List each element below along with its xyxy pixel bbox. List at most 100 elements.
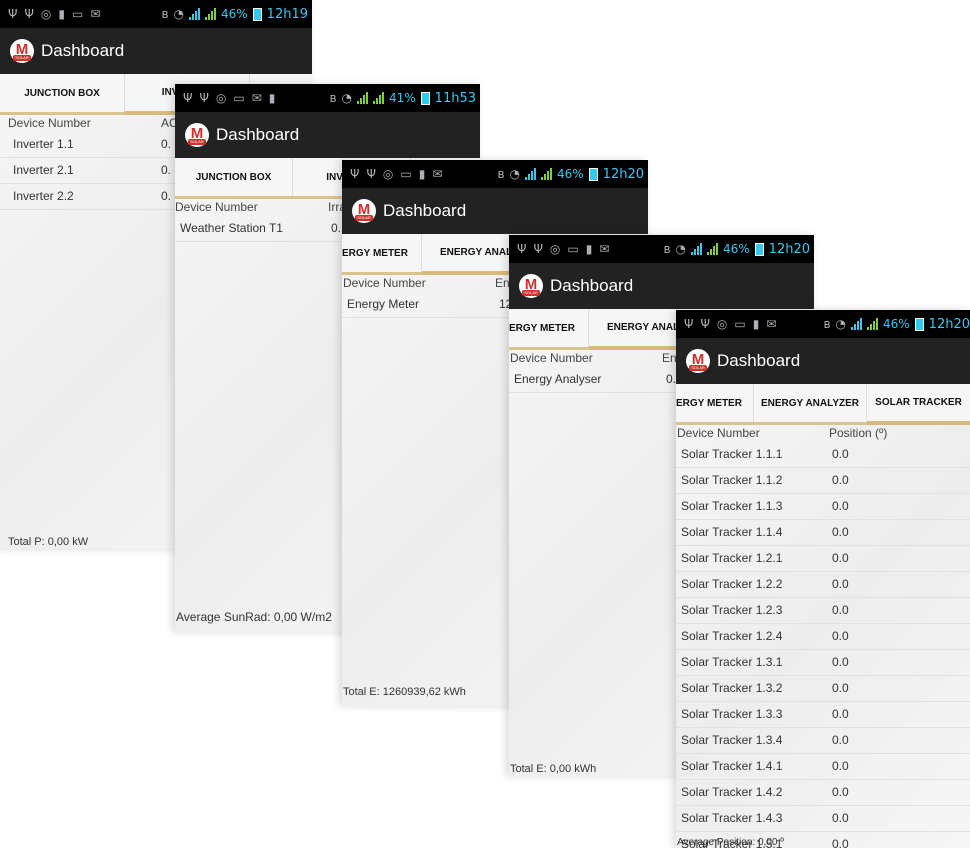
device-value: 0.0	[832, 681, 849, 695]
calendar-icon: ◎	[382, 167, 394, 181]
device-value: 0.0	[832, 629, 849, 643]
image-icon: ▭	[734, 317, 746, 331]
device-value: 0.	[161, 137, 172, 151]
table-row[interactable]: Solar Tracker 1.2.4 0.0	[676, 624, 970, 650]
m-solar-logo-icon[interactable]: M SOLAR	[686, 349, 710, 373]
device-value: 0.	[331, 221, 342, 235]
device-name: Weather Station T1	[180, 221, 283, 235]
table-row[interactable]: Solar Tracker 1.4.3 0.0	[676, 806, 970, 832]
signal-icon	[205, 8, 216, 20]
action-bar: M SOLAR Dashboard	[0, 28, 312, 74]
table-row[interactable]: Solar Tracker 1.2.2 0.0	[676, 572, 970, 598]
table-row[interactable]: Solar Tracker 1.2.1 0.0	[676, 546, 970, 572]
action-bar: M SOLAR Dashboard	[676, 338, 970, 384]
sd-card-icon: ▮	[585, 242, 593, 256]
usb-icon: Ψ	[517, 242, 527, 256]
bluetooth-icon: ʙ	[329, 91, 337, 105]
battery-icon	[588, 167, 598, 181]
bluetooth-icon: ʙ	[497, 167, 505, 181]
table-row[interactable]: Solar Tracker 1.4.2 0.0	[676, 780, 970, 806]
image-icon: ▭	[400, 167, 412, 181]
signal-icon	[373, 92, 384, 104]
usb-icon: Ψ	[366, 167, 376, 181]
wifi-icon: ◔	[173, 7, 184, 21]
mail-icon: ✉	[599, 242, 610, 256]
m-solar-logo-icon[interactable]: M SOLAR	[352, 199, 376, 223]
calendar-icon: ◎	[215, 91, 227, 105]
device-name: Solar Tracker 1.3.2	[681, 681, 783, 695]
device-name: Solar Tracker 1.3.1	[681, 655, 783, 669]
device-name: Solar Tracker 1.4.1	[681, 759, 783, 773]
table-row[interactable]: Solar Tracker 1.3.2 0.0	[676, 676, 970, 702]
device-value: 0.0	[832, 707, 849, 721]
device-value: 0.	[161, 163, 172, 177]
usb-icon: Ψ	[24, 7, 34, 21]
device-name: Solar Tracker 1.2.2	[681, 577, 783, 591]
sd-card-icon: ▮	[268, 91, 276, 105]
usb-icon: Ψ	[533, 242, 543, 256]
m-solar-logo-icon[interactable]: M SOLAR	[185, 123, 209, 147]
table-row[interactable]: Solar Tracker 1.1.2 0.0	[676, 468, 970, 494]
device-value: 0.0	[832, 811, 849, 825]
m-solar-logo-icon[interactable]: M SOLAR	[519, 274, 543, 298]
tab-energy-meter[interactable]: ERGY METER	[342, 234, 422, 272]
table-row[interactable]: Solar Tracker 1.4.1 0.0	[676, 754, 970, 780]
battery-icon	[252, 7, 262, 21]
tab-energy-analyzer[interactable]: ENERGY ANALYZER	[754, 384, 867, 422]
column-device-number: Device Number	[175, 200, 258, 214]
total-energy-summary: Total E: 1260939,62 kWh	[343, 686, 466, 698]
battery-percent: 46%	[221, 7, 248, 21]
action-bar: M SOLAR Dashboard	[342, 188, 648, 234]
signal-icon	[851, 318, 862, 330]
m-solar-logo-icon[interactable]: M SOLAR	[10, 39, 34, 63]
page-title: Dashboard	[550, 276, 634, 295]
bluetooth-icon: ʙ	[823, 317, 831, 331]
total-power-summary: Total P: 0,00 kW	[8, 536, 89, 548]
page-title: Dashboard	[41, 41, 125, 60]
tab-junction-box[interactable]: JUNCTION BOX	[0, 74, 125, 112]
table-row[interactable]: Solar Tracker 1.3.3 0.0	[676, 702, 970, 728]
status-bar: Ψ Ψ ◎ ▭ ▮ ✉ ʙ ◔ 46% 12h20	[509, 235, 814, 263]
status-bar: Ψ Ψ ◎ ▭ ▮ ✉ ʙ ◔ 46% 12h20	[676, 310, 970, 338]
tab-junction-box[interactable]: JUNCTION BOX	[175, 158, 293, 196]
device-value: 0.0	[832, 577, 849, 591]
total-energy-summary: Total E: 0,00 kWh	[510, 763, 597, 775]
battery-icon	[754, 242, 764, 256]
usb-icon: Ψ	[350, 167, 360, 181]
device-value: 0.0	[832, 525, 849, 539]
image-icon: ▭	[72, 7, 84, 21]
device-value: 0.	[666, 372, 677, 386]
device-value: 0.	[161, 189, 172, 203]
clock-time: 12h20	[768, 241, 810, 257]
status-bar: Ψ Ψ ◎ ▭ ✉ ▮ ʙ ◔ 41% 11h53	[175, 84, 480, 112]
table-row[interactable]: Solar Tracker 1.3.1 0.0	[676, 650, 970, 676]
device-value: 0.0	[832, 759, 849, 773]
tab-energy-meter[interactable]: ERGY METER	[676, 384, 754, 422]
device-name: Solar Tracker 1.3.3	[681, 707, 783, 721]
bluetooth-icon: ʙ	[663, 242, 671, 256]
sd-card-icon: ▮	[418, 167, 426, 181]
usb-icon: Ψ	[8, 7, 18, 21]
device-name: Energy Meter	[347, 297, 420, 311]
table-row[interactable]: Solar Tracker 1.2.3 0.0	[676, 598, 970, 624]
column-device-number: Device Number	[510, 351, 593, 365]
column-device-number: Device Number	[677, 426, 760, 440]
device-name: Solar Tracker 1.2.3	[681, 603, 783, 617]
calendar-icon: ◎	[40, 7, 52, 21]
signal-icon	[541, 168, 552, 180]
action-bar: M SOLAR Dashboard	[175, 112, 480, 158]
table-row[interactable]: Solar Tracker 1.1.3 0.0	[676, 494, 970, 520]
column-device-number: Device Number	[8, 116, 91, 130]
table-row[interactable]: Solar Tracker 1.1.1 0.0	[676, 442, 970, 468]
usb-icon: Ψ	[199, 91, 209, 105]
tab-solar-tracker[interactable]: SOLAR TRACKER	[867, 384, 970, 425]
mail-icon: ✉	[251, 91, 262, 105]
table-row[interactable]: Solar Tracker 1.3.4 0.0	[676, 728, 970, 754]
battery-percent: 46%	[883, 317, 910, 331]
battery-percent: 41%	[389, 91, 416, 105]
device-name: Inverter 1.1	[13, 137, 74, 151]
table-row[interactable]: Solar Tracker 1.1.4 0.0	[676, 520, 970, 546]
signal-icon	[691, 243, 702, 255]
sd-card-icon: ▮	[58, 7, 65, 21]
tab-energy-meter[interactable]: ERGY METER	[509, 309, 589, 347]
